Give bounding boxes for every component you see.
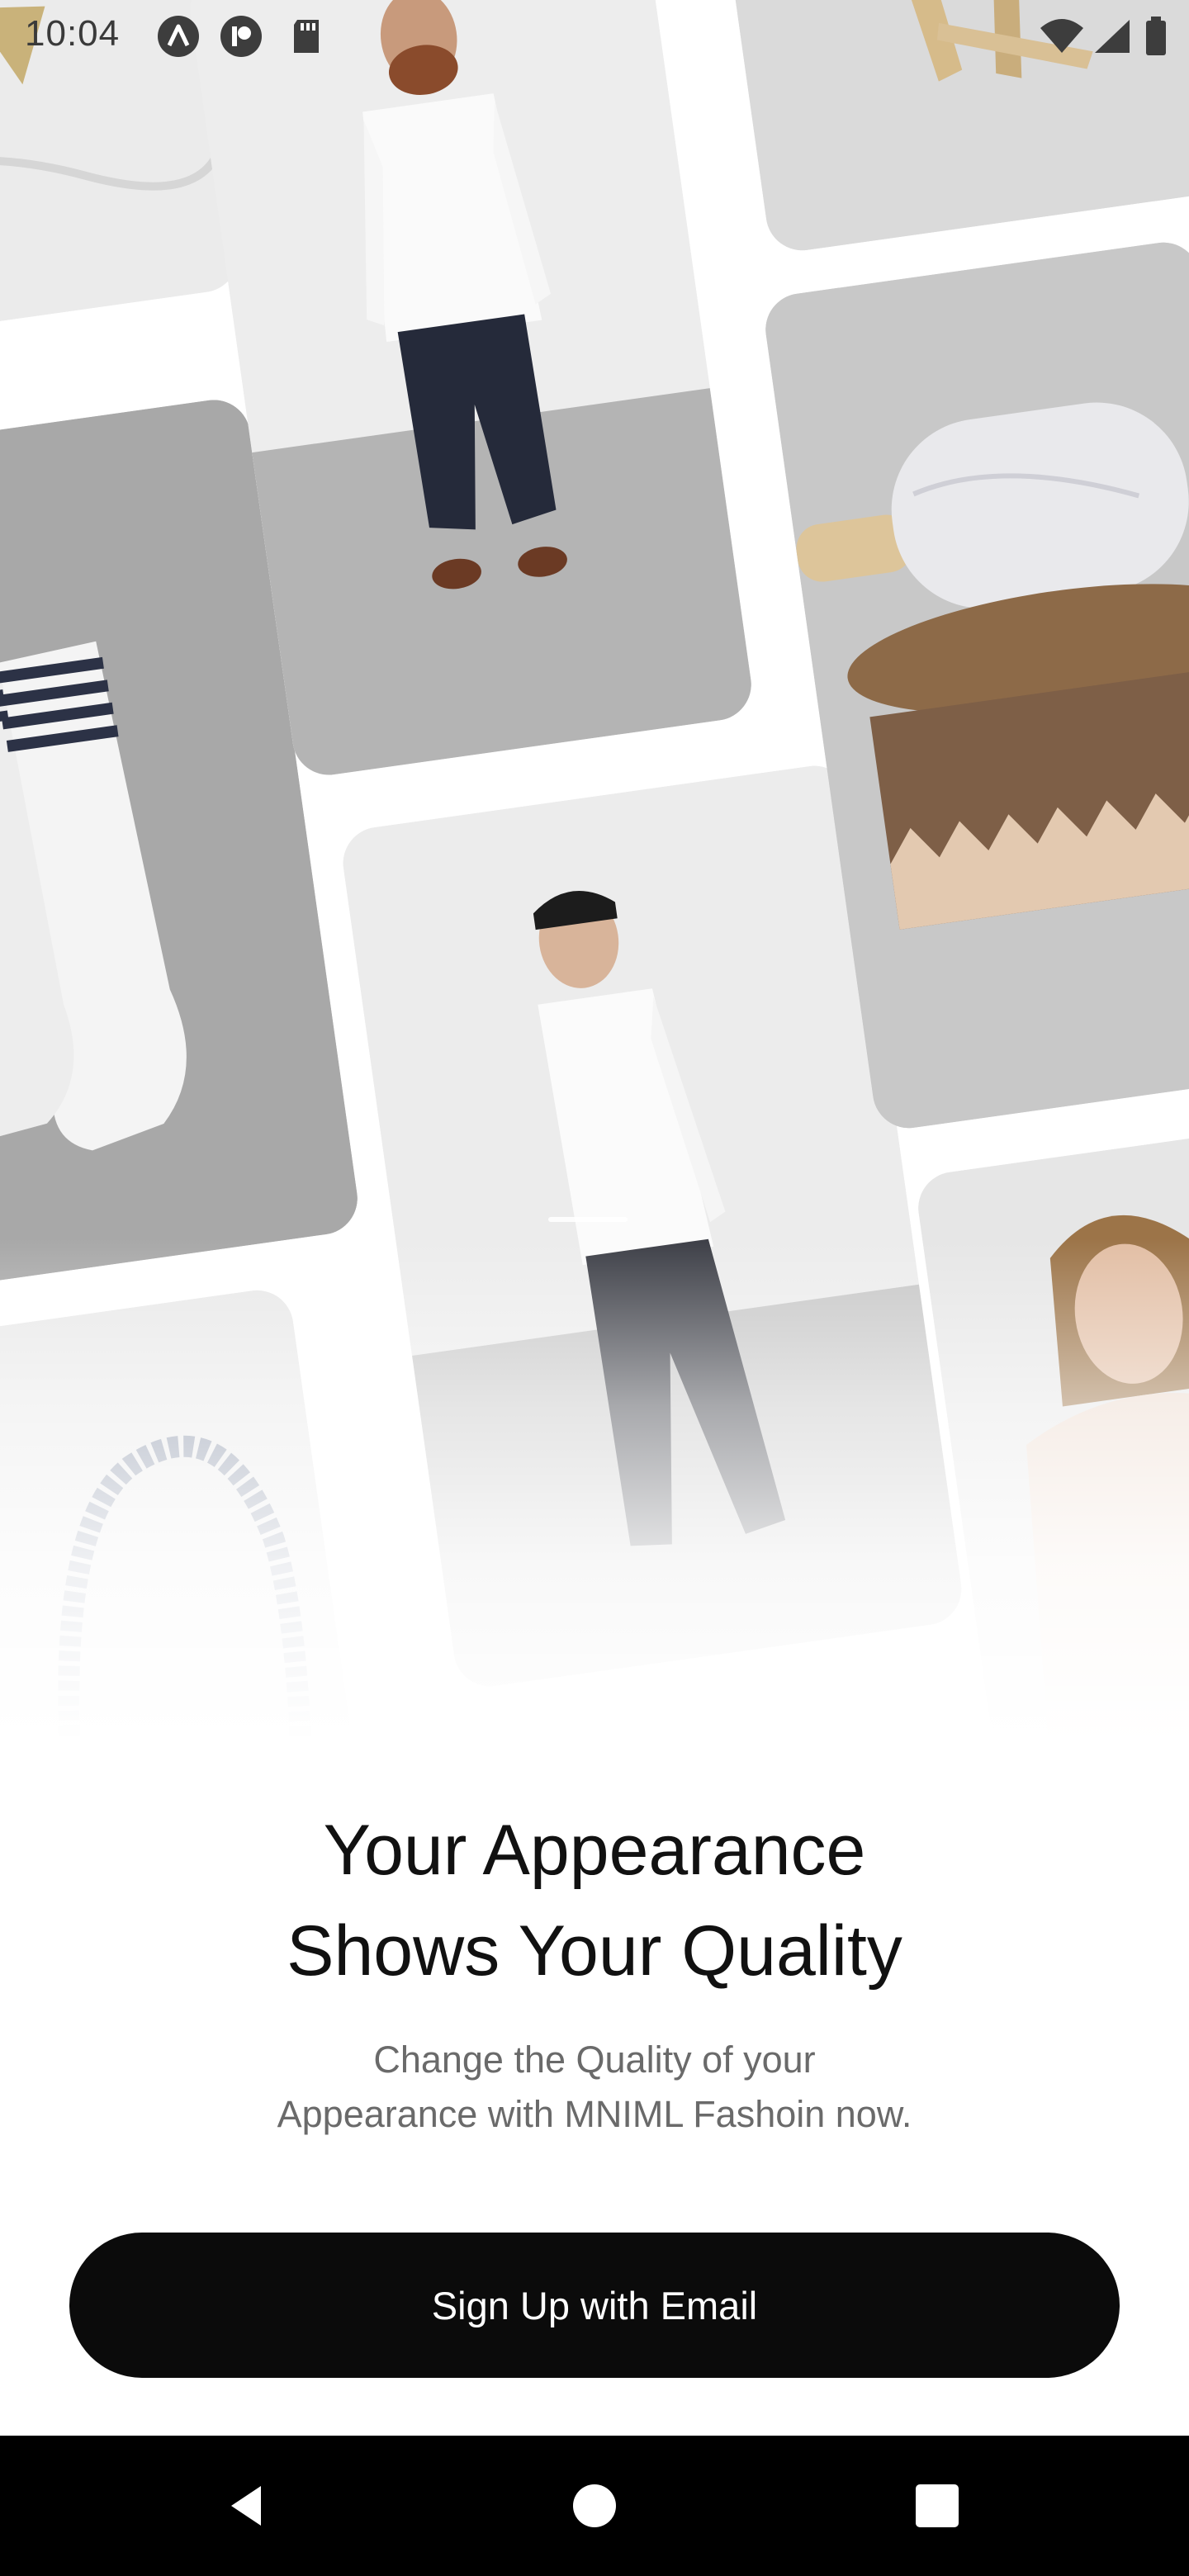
home-icon bbox=[573, 2484, 616, 2527]
navigation-bar bbox=[0, 2436, 1189, 2576]
photo-collage[interactable] bbox=[0, 0, 1189, 1816]
back-button[interactable] bbox=[173, 2436, 322, 2576]
app-a-icon bbox=[157, 15, 200, 58]
recents-icon bbox=[916, 2484, 959, 2527]
sd-card-icon bbox=[286, 15, 329, 58]
back-icon bbox=[231, 2486, 261, 2526]
recents-button[interactable] bbox=[863, 2436, 1011, 2576]
wifi-icon bbox=[1039, 15, 1085, 58]
headline: Your Appearance Shows Your Quality bbox=[0, 1800, 1189, 2001]
battery-icon bbox=[1144, 15, 1168, 58]
signal-icon bbox=[1092, 15, 1133, 58]
page-indicator bbox=[548, 1217, 628, 1222]
collage-fade-overlay bbox=[0, 1238, 1189, 1816]
home-button[interactable] bbox=[520, 2436, 669, 2576]
sign-up-with-email-button[interactable]: Sign Up with Email bbox=[69, 2233, 1120, 2378]
status-bar: 10:04 bbox=[0, 0, 1189, 73]
subtitle: Change the Quality of your Appearance wi… bbox=[0, 2033, 1189, 2142]
headline-line-2: Shows Your Quality bbox=[287, 1911, 902, 1991]
subtitle-line-2: Appearance with MNIML Fashoin now. bbox=[277, 2093, 912, 2135]
subtitle-line-1: Change the Quality of your bbox=[373, 2039, 816, 2081]
status-time: 10:04 bbox=[25, 13, 121, 54]
headline-line-1: Your Appearance bbox=[323, 1811, 866, 1890]
app-p-icon bbox=[220, 15, 263, 58]
onboarding-screen: 10:04 Your Appearance Shows Your Quality… bbox=[0, 0, 1189, 2576]
